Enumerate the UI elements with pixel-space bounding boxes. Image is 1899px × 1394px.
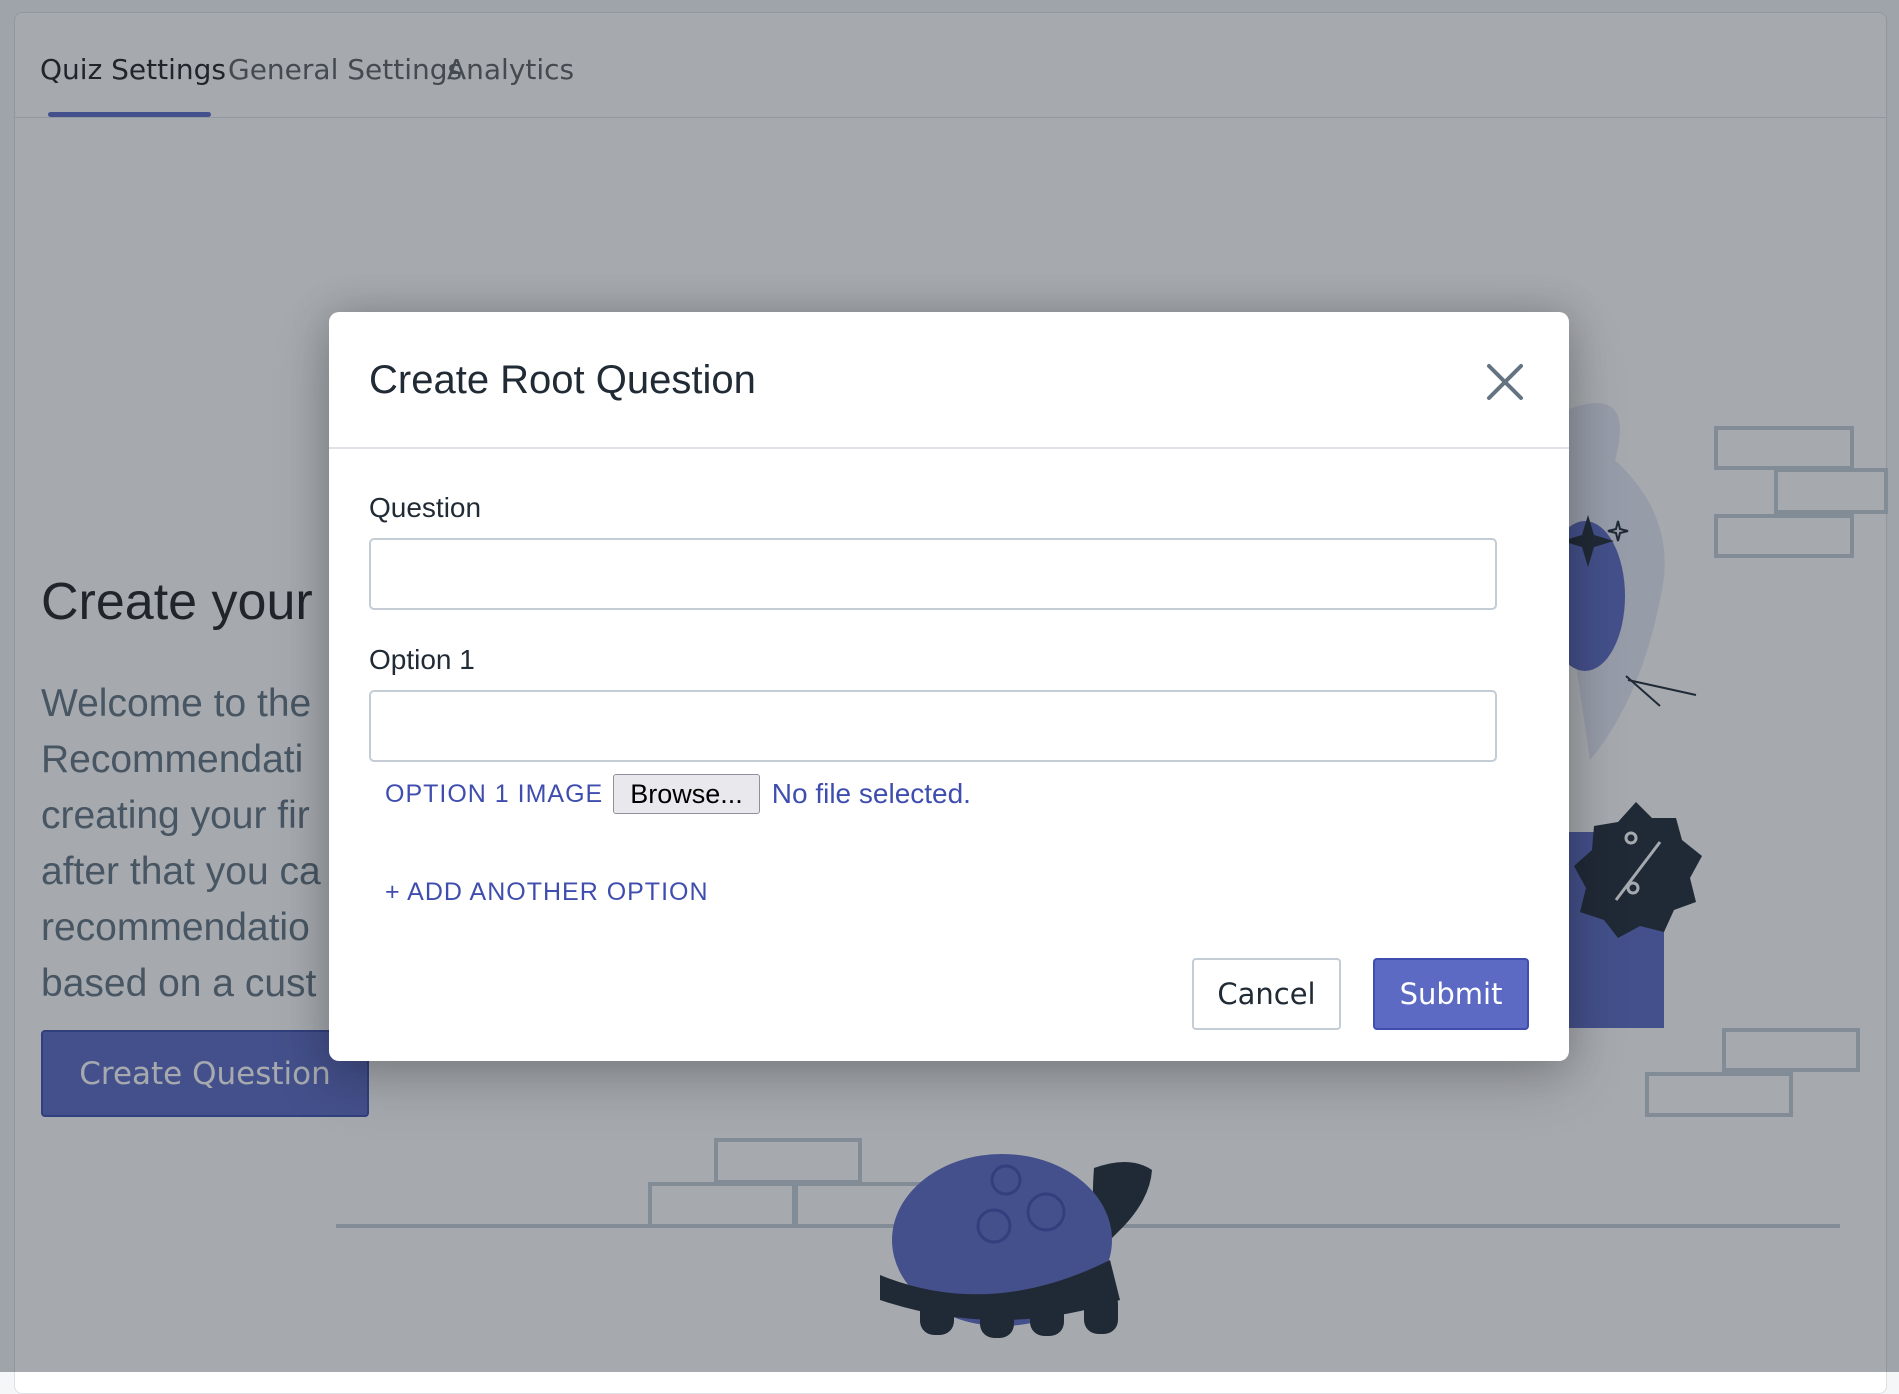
close-button[interactable] [1479,356,1531,408]
submit-button[interactable]: Submit [1373,958,1529,1030]
browse-button[interactable]: Browse... [613,774,760,814]
question-label: Question [369,492,482,523]
create-question-modal: Create Root Question Question Option 1 O… [329,312,1569,1061]
option-1-image-row: OPTION 1 IMAGE Browse... No file selecte… [385,774,971,814]
close-icon [1487,364,1523,400]
option-1-input[interactable] [369,690,1497,762]
option-1-label: Option 1 [369,644,475,675]
modal-header: Create Root Question [329,312,1569,449]
cancel-button[interactable]: Cancel [1192,958,1341,1030]
option-1-image-label: OPTION 1 IMAGE [385,779,604,808]
question-input[interactable] [369,538,1497,610]
file-status-text: No file selected. [771,778,971,809]
modal-title: Create Root Question [369,358,756,402]
add-another-option-button[interactable]: + ADD ANOTHER OPTION [385,878,709,907]
